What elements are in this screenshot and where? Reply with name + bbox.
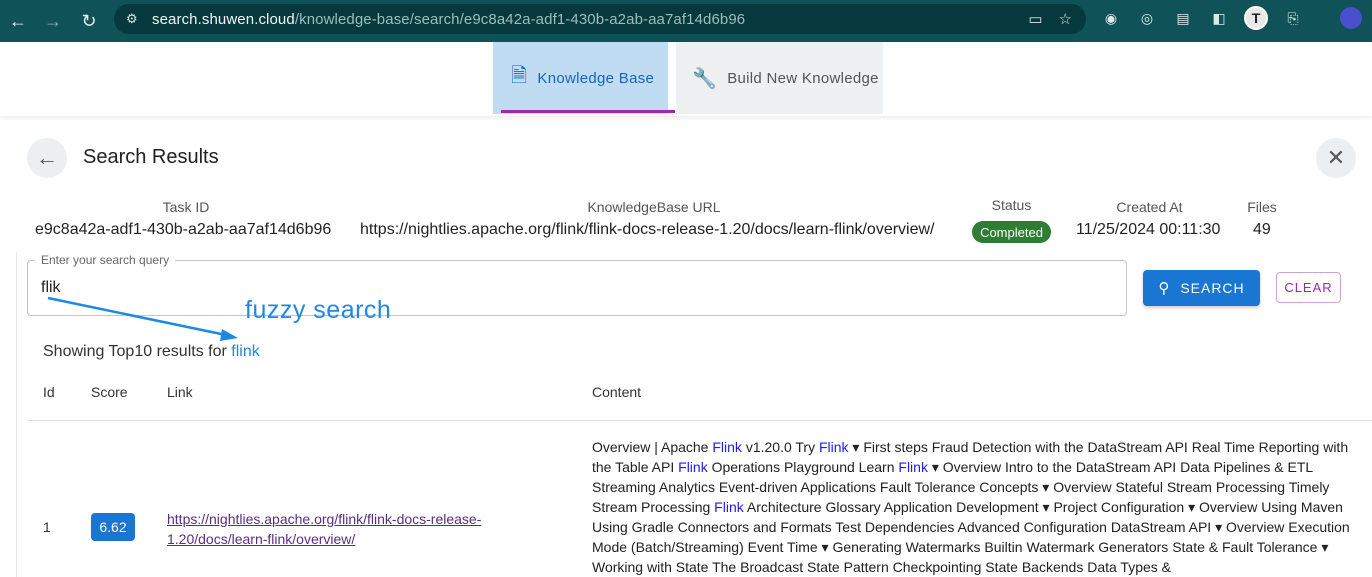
column-header-id: Id [43,384,55,400]
search-input[interactable] [27,260,1127,316]
upload-file-icon: 🗎 [511,65,528,87]
kb-url-value: https://nightlies.apache.org/flink/flink… [360,221,935,238]
close-button[interactable]: ✕ [1316,138,1356,178]
task-id-label: Task ID [162,199,210,215]
score-chip: 6.62 [91,513,135,541]
column-header-link: Link [167,384,193,400]
results-prefix: Showing Top10 results for [43,343,232,360]
content-text: Operations Playground Learn [707,459,899,475]
result-link[interactable]: https://nightlies.apache.org/flink/flink… [167,509,507,549]
search-input-value[interactable]: flik [41,279,61,297]
extension-icon[interactable]: ◧ [1208,7,1230,29]
page-title: Search Results [83,146,219,168]
reload-icon[interactable]: ↻ [71,3,107,39]
status-label: Status [991,197,1032,213]
wrench-icon: 🔧 [692,67,718,90]
extension-avatar-icon[interactable]: T [1244,6,1268,30]
column-header-score: Score [91,384,128,400]
search-input-legend: Enter your search query [35,253,176,267]
back-button[interactable]: ← [27,138,67,178]
search-icon: ⚲ [1158,280,1171,297]
close-icon: ✕ [1326,145,1346,170]
url-text[interactable]: search.shuwen.cloud/knowledge-base/searc… [152,11,745,28]
site-settings-icon[interactable]: ⚙ [126,11,144,27]
tab-build-new-knowledge[interactable]: 🔧 Build New Knowledge [676,42,883,114]
results-summary: Showing Top10 results for flink [43,343,260,361]
results-query: flink [231,343,260,360]
content-text: v1.20.0 Try [741,439,819,455]
clear-button[interactable]: CLEAR [1276,272,1341,303]
result-content: Overview | Apache Flink v1.20.0 Try Flin… [592,437,1362,577]
highlight-term: Flink [714,499,744,515]
tab-knowledge-base[interactable]: 🗎 Knowledge Base [493,42,668,114]
kb-url-label: KnowledgeBase URL [587,199,721,215]
active-tab-indicator [501,110,675,113]
column-header-content: Content [592,384,642,400]
back-arrow-icon[interactable]: ← [0,3,36,39]
arrow-left-icon: ← [36,145,58,170]
highlight-term: Flink [818,439,849,455]
tab-label: Knowledge Base [537,69,655,87]
highlight-term: Flink [678,459,708,475]
address-bar[interactable]: ⚙ search.shuwen.cloud/knowledge-base/sea… [114,4,1086,34]
app-tab-bar: 🗎 Knowledge Base 🔧 Build New Knowledge [0,42,1372,116]
forward-arrow-icon[interactable]: → [35,3,71,39]
created-at-value: 11/25/2024 00:11:30 [1076,221,1221,238]
bookmark-star-icon[interactable]: ☆ [1059,10,1072,28]
highlight-term: Flink [712,439,742,455]
reader-mode-icon[interactable]: ▤ [1172,7,1194,29]
status-badge: Completed [972,221,1051,243]
search-button-label: SEARCH [1180,280,1245,296]
table-header-divider [27,420,1372,421]
tab-label: Build New Knowledge [727,69,879,87]
profile-avatar-icon[interactable] [1340,7,1362,29]
panel-border [16,252,17,577]
search-button[interactable]: ⚲ SEARCH [1143,270,1260,306]
extension-icon[interactable]: ◎ [1136,7,1158,29]
browser-toolbar: ← → ↻ ⚙ search.shuwen.cloud/knowledge-ba… [0,0,1372,42]
task-id-value: e9c8a42a-adf1-430b-a2ab-aa7af14d6b96 [35,221,332,238]
extensions-puzzle-icon[interactable]: ⎘ [1282,7,1304,29]
install-app-icon[interactable]: ▭ [1028,10,1042,28]
row-id: 1 [43,519,51,535]
highlight-term: Flink [898,459,928,475]
url-host: search.shuwen.cloud [152,10,295,28]
extension-icon[interactable]: ◉ [1100,7,1122,29]
files-count: 49 [1253,221,1271,238]
content-text: Overview | Apache [592,439,713,455]
files-label: Files [1247,199,1277,215]
created-at-label: Created At [1116,199,1183,215]
url-path: /knowledge-base/search/e9c8a42a-adf1-430… [294,10,746,28]
fuzzy-search-annotation: fuzzy search [245,296,392,324]
